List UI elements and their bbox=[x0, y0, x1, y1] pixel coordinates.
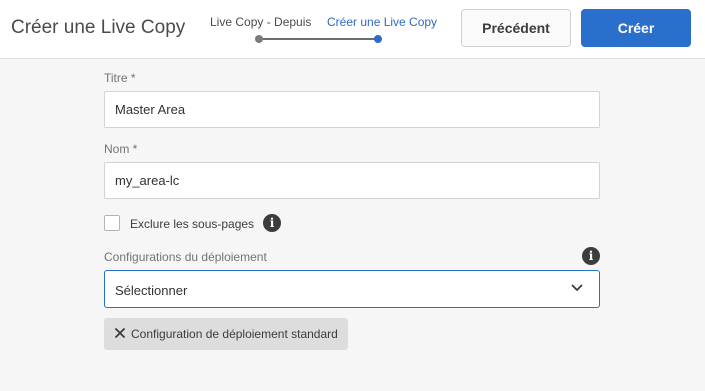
rollout-config-select[interactable]: Sélectionner bbox=[104, 270, 600, 308]
info-icon[interactable]: i bbox=[582, 247, 600, 265]
step-indicator-done bbox=[255, 35, 263, 43]
wizard-steps: Live Copy - Depuis Créer une Live Copy bbox=[200, 0, 450, 58]
rollout-config-tag: Configuration de déploiement standard bbox=[104, 318, 348, 350]
title-field-label: Titre * bbox=[104, 71, 136, 85]
rollout-configs-label: Configurations du déploiement bbox=[104, 250, 267, 264]
step-indicator-current bbox=[374, 35, 382, 43]
step-live-copy-from: Live Copy - Depuis bbox=[210, 15, 312, 29]
header-bar: Créer une Live Copy Live Copy - Depuis C… bbox=[0, 0, 705, 59]
chevron-down-icon bbox=[571, 284, 583, 291]
name-field-label: Nom * bbox=[104, 142, 138, 156]
select-placeholder: Sélectionner bbox=[115, 283, 188, 298]
step-connector bbox=[260, 38, 378, 40]
tag-label: Configuration de déploiement standard bbox=[131, 327, 338, 341]
info-icon[interactable]: i bbox=[263, 214, 281, 232]
exclude-subpages-label: Exclure les sous-pages bbox=[130, 217, 255, 231]
create-button[interactable]: Créer bbox=[581, 9, 691, 47]
exclude-subpages-checkbox[interactable] bbox=[104, 215, 120, 231]
page-title: Créer une Live Copy bbox=[11, 17, 186, 38]
previous-button[interactable]: Précédent bbox=[461, 9, 571, 47]
close-icon[interactable] bbox=[114, 327, 126, 339]
step-create-live-copy: Créer une Live Copy bbox=[327, 15, 438, 29]
name-input[interactable] bbox=[104, 162, 600, 199]
title-input[interactable] bbox=[104, 91, 600, 128]
